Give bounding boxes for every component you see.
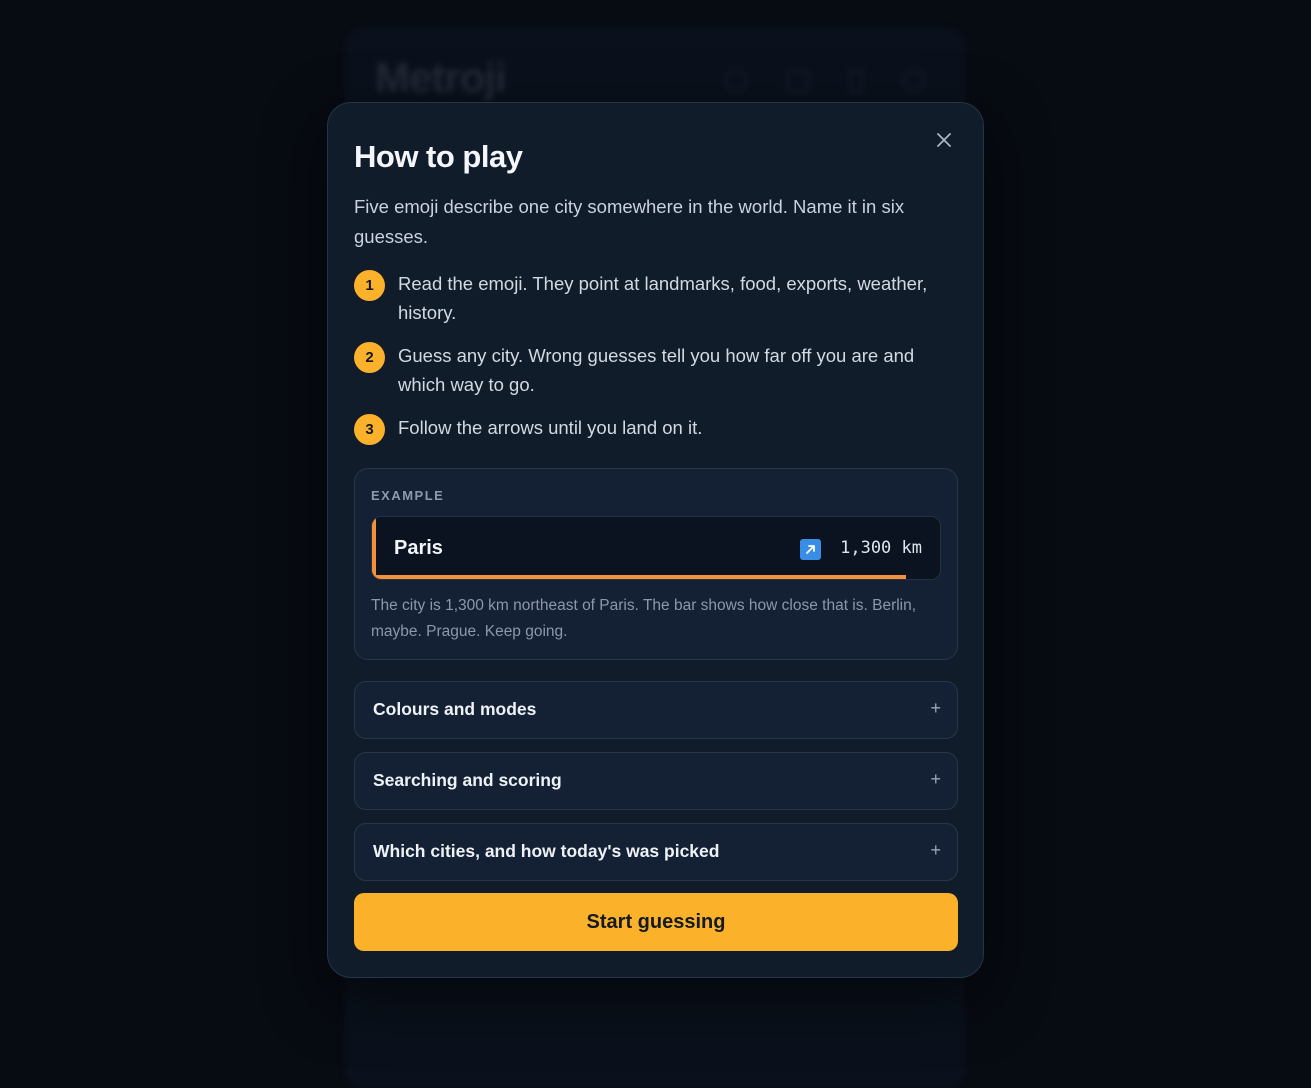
step-number-badge: 2: [354, 342, 385, 373]
modal-title: How to play: [354, 139, 523, 174]
example-guess-row: Paris 1,300 km: [371, 516, 941, 580]
accordion-title: Which cities, and how today's was picked: [373, 841, 720, 861]
how-to-play-modal: How to play Five emoji describe one city…: [327, 102, 984, 978]
calendar-icon: [787, 70, 809, 92]
step-item: 1 Read the emoji. They point at landmark…: [354, 269, 954, 327]
guess-accent-bar: [372, 517, 376, 579]
accordion-title: Searching and scoring: [373, 770, 562, 790]
step-item: 3 Follow the arrows until you land on it…: [354, 413, 954, 445]
guess-city: Paris: [394, 537, 443, 559]
plus-icon: +: [930, 698, 941, 718]
accordion-searching-and-scoring[interactable]: Searching and scoring +: [354, 752, 958, 810]
guess-distance: 1,300 km: [840, 538, 922, 558]
step-text: Follow the arrows until you land on it.: [398, 417, 703, 438]
close-button[interactable]: [931, 127, 957, 153]
step-item: 2 Guess any city. Wrong guesses tell you…: [354, 341, 954, 399]
help-icon: [725, 70, 747, 92]
proximity-bar: [376, 575, 940, 579]
plus-icon: +: [930, 769, 941, 789]
example-card: EXAMPLE Paris 1,300 km The city is 1,300…: [354, 468, 958, 660]
stats-icon: [849, 70, 863, 92]
step-text: Read the emoji. They point at landmarks,…: [398, 273, 928, 323]
app-logo: Metroji: [375, 54, 507, 101]
step-text: Guess any city. Wrong guesses tell you h…: [398, 345, 915, 395]
settings-icon: [903, 70, 925, 92]
step-number-badge: 1: [354, 270, 385, 301]
close-icon: [937, 133, 951, 147]
example-description: The city is 1,300 km northeast of Paris.…: [371, 597, 917, 640]
accordion-which-cities[interactable]: Which cities, and how today's was picked…: [354, 823, 958, 881]
proximity-bar-fill: [376, 575, 907, 579]
header-icons: [725, 70, 925, 92]
example-label: EXAMPLE: [371, 488, 445, 503]
arrow-northeast-icon: [800, 539, 821, 560]
steps-list: 1 Read the emoji. They point at landmark…: [354, 269, 954, 459]
step-number-badge: 3: [354, 414, 385, 445]
plus-icon: +: [930, 840, 941, 860]
accordion-colours-and-modes[interactable]: Colours and modes +: [354, 681, 958, 739]
accordion-title: Colours and modes: [373, 699, 537, 719]
modal-intro: Five emoji describe one city somewhere i…: [354, 196, 905, 247]
footer-bar: [345, 1028, 965, 1068]
start-guessing-button[interactable]: Start guessing: [354, 893, 958, 951]
